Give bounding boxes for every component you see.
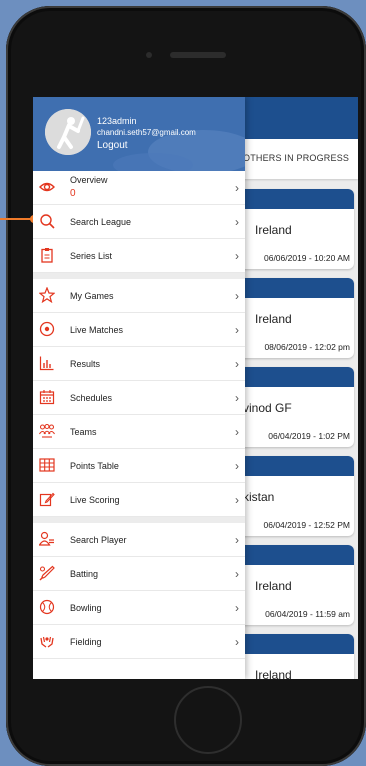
chevron-right-icon: ›: [235, 459, 239, 473]
callout-pointer-line: [0, 218, 34, 220]
chevron-right-icon: ›: [235, 425, 239, 439]
menu-item-search-league[interactable]: Search League ›: [33, 205, 245, 239]
menu-item-search-player[interactable]: Search Player ›: [33, 523, 245, 557]
menu-item-label: Live Matches: [70, 325, 124, 335]
chevron-right-icon: ›: [235, 567, 239, 581]
menu-item-label: Teams: [70, 427, 97, 437]
menu-item-live-scoring[interactable]: Live Scoring ›: [33, 483, 245, 517]
card-team: Ireland: [255, 312, 292, 326]
edit-icon: [39, 492, 55, 507]
logout-link[interactable]: Logout: [97, 140, 128, 151]
batsman-icon: [45, 109, 91, 155]
live-icon: [39, 321, 55, 337]
card-date: 06/04/2019 - 12:52 PM: [263, 520, 350, 530]
menu-item-my-games[interactable]: My Games ›: [33, 279, 245, 313]
menu-item-label: Results: [70, 359, 101, 369]
menu-item-schedules[interactable]: Schedules ›: [33, 381, 245, 415]
card-date: 08/06/2019 - 12:02 pm: [264, 342, 350, 352]
front-camera: [146, 52, 152, 58]
card-team: Ireland: [255, 668, 292, 679]
menu-item-label: Fielding: [70, 637, 102, 647]
drawer-menu: Overview 0 › Search League › Series List…: [33, 171, 245, 659]
home-button[interactable]: [174, 686, 242, 754]
menu-item-label: Search League: [70, 217, 132, 227]
card-date: 06/04/2019 - 11:59 am: [265, 609, 350, 619]
menu-item-live-matches[interactable]: Live Matches ›: [33, 313, 245, 347]
star-icon: [39, 287, 55, 303]
menu-item-points-table[interactable]: Points Table ›: [33, 449, 245, 483]
menu-item-teams[interactable]: Teams ›: [33, 415, 245, 449]
chevron-right-icon: ›: [235, 289, 239, 303]
chevron-right-icon: ›: [235, 215, 239, 229]
menu-item-label: Overview: [70, 175, 108, 185]
hands-icon: [40, 636, 54, 648]
menu-item-label: Bowling: [70, 603, 102, 613]
menu-item-label: Search Player: [70, 535, 127, 545]
menu-item-overview[interactable]: Overview 0 ›: [33, 171, 245, 205]
menu-item-bowling[interactable]: Bowling ›: [33, 591, 245, 625]
chevron-right-icon: ›: [235, 323, 239, 337]
chevron-right-icon: ›: [235, 635, 239, 649]
ball-icon: [39, 599, 55, 615]
bar-chart-icon: [39, 356, 54, 371]
menu-item-results[interactable]: Results ›: [33, 347, 245, 381]
chevron-right-icon: ›: [235, 357, 239, 371]
card-date: 06/06/2019 - 10:20 AM: [263, 253, 350, 263]
chevron-right-icon: ›: [235, 249, 239, 263]
user-name: 123admin: [97, 116, 137, 126]
chevron-right-icon: ›: [235, 391, 239, 405]
drawer-header: 123admin chandni.seth57@gmail.com Logout: [33, 97, 245, 171]
menu-item-batting[interactable]: Batting ›: [33, 557, 245, 591]
app-screen: OTHERS IN PROGRESS Ireland 06/06/2019 - …: [33, 97, 358, 679]
card-team: Ireland: [255, 579, 292, 593]
menu-item-label: Points Table: [70, 461, 119, 471]
tab-others-in-progress[interactable]: OTHERS IN PROGRESS: [243, 153, 349, 163]
chevron-right-icon: ›: [235, 533, 239, 547]
user-email: chandni.seth57@gmail.com: [97, 128, 196, 137]
earpiece-speaker: [170, 52, 226, 58]
navigation-drawer: 123admin chandni.seth57@gmail.com Logout…: [33, 97, 245, 679]
menu-item-fielding[interactable]: Fielding ›: [33, 625, 245, 659]
card-team: Ireland: [255, 223, 292, 237]
chevron-right-icon: ›: [235, 601, 239, 615]
avatar[interactable]: [45, 109, 91, 155]
eye-icon: [39, 182, 55, 192]
calendar-icon: [39, 390, 55, 405]
grid-table-icon: [39, 458, 55, 472]
chevron-right-icon: ›: [235, 493, 239, 507]
menu-item-label: Batting: [70, 569, 99, 579]
team-icon: [39, 423, 55, 438]
chevron-right-icon: ›: [235, 181, 239, 195]
card-date: 06/04/2019 - 1:02 PM: [268, 431, 350, 441]
menu-item-label: Series List: [70, 251, 113, 261]
card-team: kistan: [243, 490, 275, 504]
card-team: vinod GF: [243, 401, 292, 415]
clipboard-icon: [41, 248, 53, 263]
bat-icon: [39, 565, 55, 581]
menu-item-series-list[interactable]: Series List ›: [33, 239, 245, 273]
menu-item-label: Schedules: [70, 393, 113, 403]
player-icon: [39, 531, 54, 546]
menu-item-label: My Games: [70, 291, 114, 301]
menu-item-label: Live Scoring: [70, 495, 120, 505]
search-icon: [40, 214, 55, 229]
overview-count: 0: [70, 188, 76, 199]
